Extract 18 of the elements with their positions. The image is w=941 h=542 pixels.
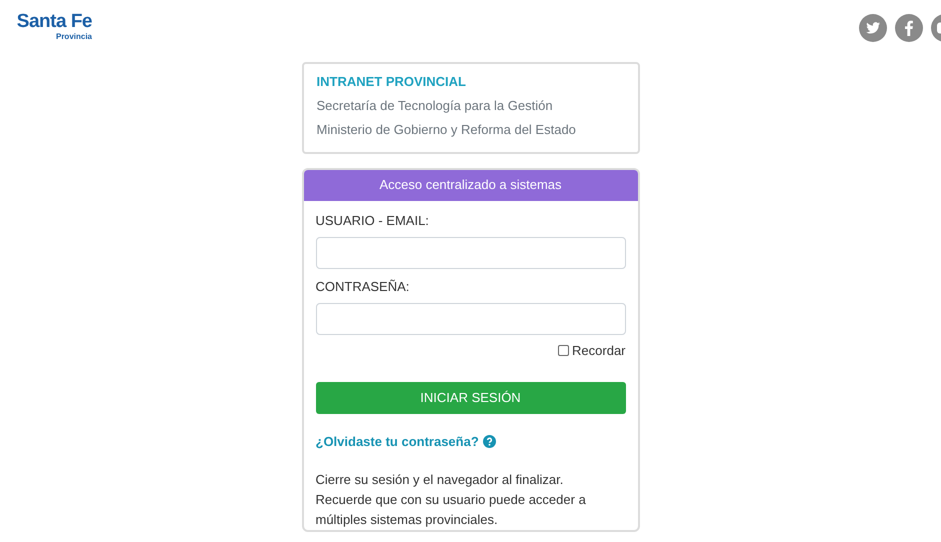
login-header: Acceso centralizado a sistemas (304, 170, 638, 200)
info-line: Secretaría de Tecnología para la Gestión (316, 96, 554, 115)
remember-checkbox[interactable] (558, 344, 570, 356)
facebook-icon[interactable] (895, 14, 923, 42)
logo-title: Santa Fe (16, 12, 92, 32)
login-button[interactable]: INICIAR SESIÓN (316, 382, 626, 414)
notice-text: Cierre su sesión y el navegador al finalizar. Recuerde que con su usuario puede acceder a múltiples sistemas provinciales. (316, 470, 587, 529)
twitter-bird-icon[interactable] (859, 14, 887, 42)
forgot-password-link[interactable]: ¿Olvidaste tu contraseña? (316, 432, 479, 452)
password-input-field[interactable] (316, 302, 626, 334)
help-icon (482, 435, 496, 448)
info-line: Ministerio de Gobierno y Reforma del Estado (316, 120, 577, 139)
user-input-field[interactable] (316, 236, 626, 268)
info-title: INTRANET PROVINCIAL (316, 73, 467, 91)
logo-subtitle: Provincia (56, 32, 92, 41)
remember-label: Recordar (572, 342, 626, 360)
user-label: USUARIO - EMAIL: (316, 212, 430, 230)
password-label: CONTRASEÑA: (316, 278, 410, 296)
